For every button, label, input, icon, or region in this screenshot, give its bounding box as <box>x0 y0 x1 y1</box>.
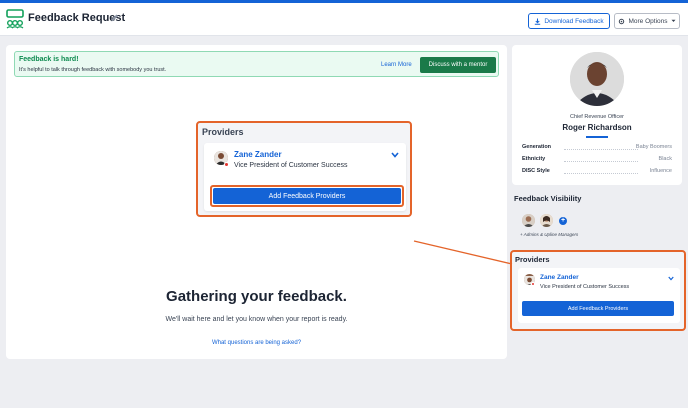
provider-card: Zane Zander Vice President of Customer S… <box>204 143 406 211</box>
status-heading: Gathering your feedback. <box>166 288 347 305</box>
chevron-down-icon[interactable] <box>668 276 674 281</box>
attribute-value: Influence <box>649 168 672 174</box>
add-providers-highlight: Add Feedback Providers <box>210 185 404 207</box>
pencil-icon[interactable] <box>110 12 119 23</box>
attribute-label: Ethnicity <box>522 156 546 162</box>
header-bar: Feedback Request Download Feedback More … <box>0 3 688 36</box>
provider-name[interactable]: Zane Zander <box>540 274 579 281</box>
download-label: Download Feedback <box>544 17 604 25</box>
viewer-avatar <box>540 214 553 227</box>
status-dot <box>224 162 229 167</box>
dotted-leader <box>564 149 638 150</box>
add-feedback-providers-button[interactable]: Add Feedback Providers <box>522 301 674 316</box>
profile-photo <box>570 52 624 106</box>
attribute-value: Baby Boomers <box>635 144 672 150</box>
status-dot <box>531 282 535 286</box>
provider-card: Zane Zander Vice President of Customer S… <box>518 268 680 323</box>
attribute-value: Black <box>658 156 672 162</box>
attribute-label: Generation <box>522 144 552 150</box>
viewer-avatar <box>522 214 535 227</box>
provider-role: Vice President of Customer Success <box>540 284 630 290</box>
person-icon <box>522 214 535 227</box>
attribute-label: DISC Style <box>522 168 550 174</box>
providers-title: Providers <box>202 127 244 137</box>
provider-role: Vice President of Customer Success <box>234 162 348 169</box>
download-feedback-button[interactable]: Download Feedback <box>528 13 610 29</box>
job-title: Chief Revenue Officer <box>569 114 624 120</box>
more-options-label: More Options <box>628 17 668 25</box>
banner-text: It's helpful to talk through feedback wi… <box>19 67 167 73</box>
providers-panel: Providers Zane Zander Vice President of … <box>510 250 686 331</box>
visibility-note: + Admins & Upline Managers <box>520 232 579 237</box>
profile-name: Roger Richardson <box>562 123 632 132</box>
add-feedback-providers-button[interactable]: Add Feedback Providers <box>213 188 401 204</box>
learn-more-link[interactable]: Learn More <box>381 62 412 68</box>
download-icon <box>535 18 541 25</box>
person-icon <box>570 52 624 106</box>
more-options-button[interactable]: More Options <box>614 13 680 29</box>
attribute-row: Generation Baby Boomers <box>522 144 672 153</box>
dotted-leader <box>564 173 638 174</box>
providers-callout-large: Providers Zane Zander Vice President of … <box>196 121 412 217</box>
questions-link[interactable]: What questions are being asked? <box>6 340 507 346</box>
chevron-down-icon <box>671 19 676 22</box>
attribute-row: Ethnicity Black <box>522 156 672 165</box>
attribute-row: DISC Style Influence <box>522 168 672 177</box>
discuss-mentor-button[interactable]: Discuss with a mentor <box>420 57 496 73</box>
name-underline <box>586 136 608 138</box>
dotted-leader <box>564 161 638 162</box>
chevron-down-icon[interactable] <box>391 152 399 158</box>
provider-name[interactable]: Zane Zander <box>234 150 282 159</box>
add-viewer-button[interactable]: + <box>559 217 567 225</box>
feedback-visibility-title: Feedback Visibility <box>514 194 582 203</box>
providers-title: Providers <box>515 255 550 264</box>
profile-card: Chief Revenue Officer Roger Richardson G… <box>512 45 682 185</box>
status-subtext: We'll wait here and let you know when yo… <box>165 316 348 323</box>
banner-title: Feedback is hard! <box>19 56 79 63</box>
person-icon <box>540 214 553 227</box>
logo-icon <box>6 9 24 29</box>
gear-icon <box>619 18 625 24</box>
feedback-tip-banner: Feedback is hard! It's helpful to talk t… <box>14 51 499 77</box>
